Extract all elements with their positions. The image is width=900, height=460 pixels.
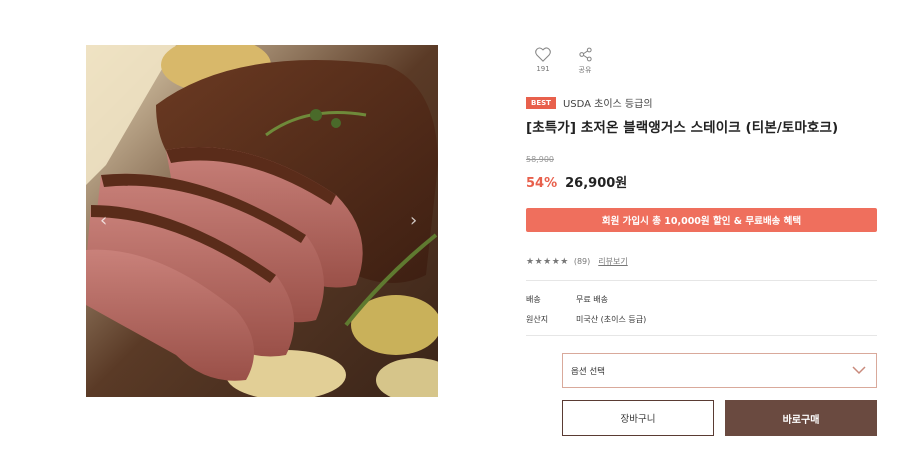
heart-icon [535,47,551,62]
share-label: 공유 [578,66,592,74]
divider [526,335,877,336]
discount-rate: 54% [526,176,558,191]
sale-price: 26,900원 [565,176,628,191]
share-icon [578,47,592,62]
option-select[interactable]: 옵션 선택 [562,353,877,388]
product-actions: 191 공유 [528,47,600,75]
view-reviews-link[interactable]: 리뷰보기 [598,256,627,267]
option-placeholder: 옵션 선택 [571,366,605,377]
review-count: (89) [573,257,591,266]
badge-row: BEST USDA 초이스 등급의 [526,95,653,110]
product-image [86,45,438,397]
product-title: [초특가] 초저온 블랙앵거스 스테이크 (티본/토마호크) [526,120,839,136]
like-button[interactable]: 191 [528,47,558,75]
review-summary: ★★★★★ (89) 리뷰보기 [526,256,628,267]
shipping-label: 배송 [526,295,541,304]
buy-now-button[interactable]: 바로구매 [725,400,877,436]
best-badge: BEST [526,96,556,109]
share-button[interactable]: 공유 [570,47,600,75]
like-count: 191 [536,65,550,73]
steak-illustration [86,45,438,397]
chevron-down-icon [852,366,866,375]
shipping-info: 배송 무료 배송 [526,294,608,305]
origin-info: 원산지 미국산 (초이스 등급) [526,314,646,325]
origin-value: 미국산 (초이스 등급) [576,315,647,324]
price-row: 54% 26,900원 [526,172,627,191]
origin-label: 원산지 [526,315,549,324]
star-rating-icon: ★★★★★ [526,256,569,267]
carousel-prev-icon[interactable]: ‹ [100,212,107,230]
divider [526,280,877,281]
shipping-value: 무료 배송 [576,295,608,304]
grade-label: USDA 초이스 등급의 [562,99,653,110]
carousel-next-icon[interactable]: › [410,212,417,230]
add-to-cart-button[interactable]: 장바구니 [562,400,714,436]
signup-promo-banner[interactable]: 회원 가입시 총 10,000원 할인 & 무료배송 혜택 [526,208,877,232]
original-price: 58,900 [526,155,554,164]
